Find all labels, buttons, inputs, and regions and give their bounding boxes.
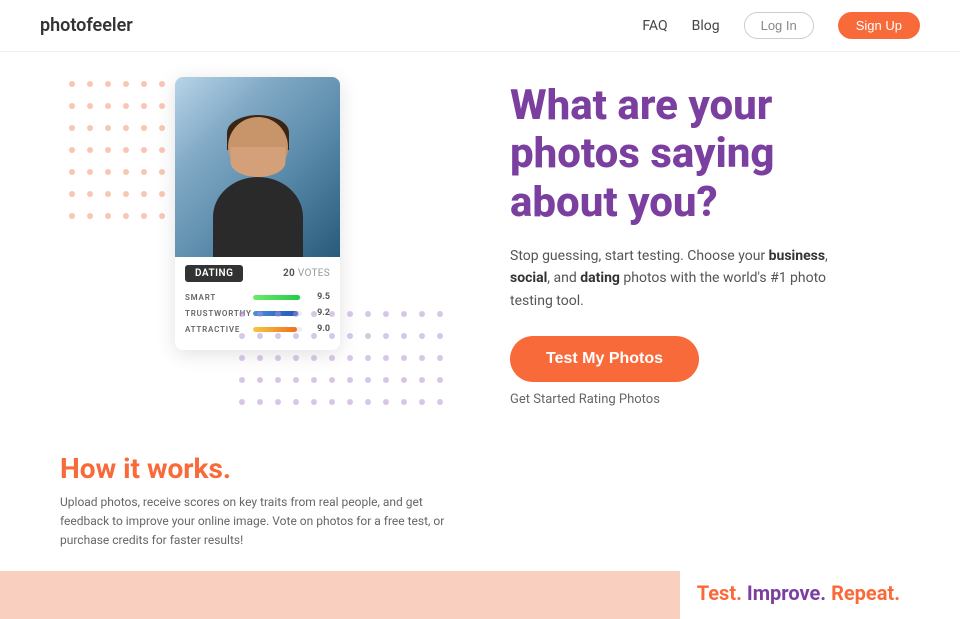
bottom-bar: [0, 571, 680, 619]
hero-section: /* dots rendered inline below */ DATING …: [0, 52, 960, 432]
person-head: [228, 117, 288, 177]
profile-photo: [175, 77, 340, 257]
repeat-word: Repeat.: [831, 581, 900, 605]
how-desc: Upload photos, receive scores on key tra…: [60, 493, 460, 551]
nav-faq[interactable]: FAQ: [642, 18, 667, 34]
how-title: How it works.: [60, 452, 900, 485]
improve-word: Improve.: [747, 581, 826, 605]
test-word: Test.: [697, 581, 742, 605]
how-section: How it works. Upload photos, receive sco…: [0, 432, 960, 551]
dot-grid-purple: [230, 302, 460, 422]
logo[interactable]: photofeeler: [40, 15, 133, 36]
left-panel: /* dots rendered inline below */ DATING …: [60, 72, 480, 432]
right-panel: What are your photos saying about you? S…: [480, 72, 900, 432]
face-detail: [230, 147, 285, 177]
votes-text: VOTES: [298, 268, 330, 279]
nav: FAQ Blog Log In Sign Up: [642, 12, 920, 39]
nav-blog[interactable]: Blog: [692, 18, 720, 34]
headline: What are your photos saying about you?: [510, 82, 900, 227]
rating-link[interactable]: Get Started Rating Photos: [510, 392, 900, 407]
score-row: SMART 9.5: [185, 292, 330, 302]
person-body: [213, 177, 303, 257]
test-improve-repeat: Test. Improve. Repeat.: [697, 581, 900, 605]
votes-num: 20: [283, 268, 295, 279]
signup-button[interactable]: Sign Up: [838, 12, 920, 39]
cta-button[interactable]: Test My Photos: [510, 336, 699, 382]
login-button[interactable]: Log In: [744, 12, 814, 39]
subtext: Stop guessing, start testing. Choose you…: [510, 245, 840, 312]
tab-dating[interactable]: DATING: [185, 265, 243, 282]
card-tabs: DATING 20 VOTES: [175, 257, 340, 286]
votes-label: 20 VOTES: [283, 268, 330, 279]
